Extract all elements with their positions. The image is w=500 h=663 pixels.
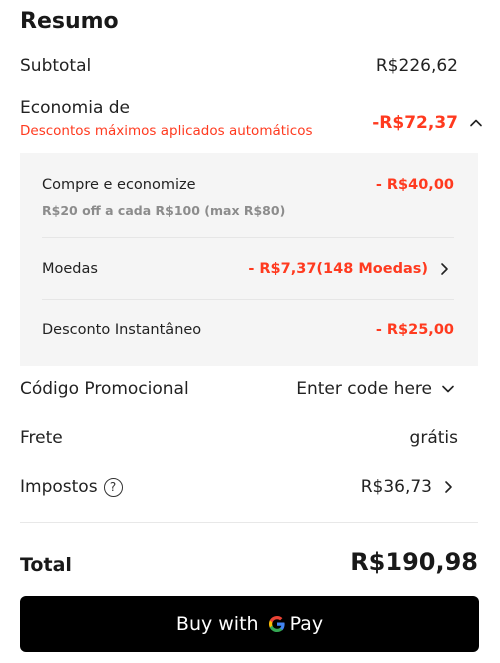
chevron-up-icon[interactable]: [466, 113, 486, 133]
frete-label: Frete: [20, 428, 63, 448]
economia-label[interactable]: Economia de: [20, 98, 130, 118]
frete-row: Frete grátis: [20, 428, 458, 448]
discount-details-panel: Compre e economize - R$40,00 R$20 off a …: [20, 153, 478, 366]
chevron-right-icon[interactable]: [438, 477, 458, 497]
discount-item-compre: Compre e economize - R$40,00: [42, 177, 454, 193]
section-divider: [20, 522, 478, 523]
chevron-right-icon[interactable]: [434, 259, 454, 279]
discount-item-value: - R$40,00: [375, 177, 454, 193]
discount-item-value: - R$7,37(148 Moedas): [248, 261, 428, 277]
panel-divider: [42, 237, 454, 238]
discount-item-moedas[interactable]: Moedas - R$7,37(148 Moedas): [42, 259, 454, 279]
discount-item-value-wrap: - R$7,37(148 Moedas): [248, 259, 454, 279]
discount-item-label: Moedas: [42, 261, 98, 277]
discount-item-label: Desconto Instantâneo: [42, 322, 202, 338]
google-pay-button[interactable]: Buy with Pay: [20, 596, 479, 652]
panel-divider: [42, 299, 454, 300]
impostos-row[interactable]: Impostos ? R$36,73: [20, 477, 458, 497]
economia-value[interactable]: -R$72,37: [372, 113, 458, 133]
chevron-down-icon[interactable]: [438, 379, 458, 399]
subtotal-label: Subtotal: [20, 56, 92, 76]
pay-button-prefix: Buy with: [175, 613, 259, 635]
total-label: Total: [20, 554, 72, 576]
impostos-value: R$36,73: [360, 477, 432, 497]
discount-item-note: R$20 off a cada R$100 (max R$80): [42, 203, 286, 218]
discount-item-instantaneo: Desconto Instantâneo - R$25,00: [42, 322, 454, 338]
promo-code-row[interactable]: Código Promocional Enter code here: [20, 379, 458, 399]
impostos-label-wrap: Impostos ?: [20, 477, 123, 497]
discount-item-label: Compre e economize: [42, 177, 196, 193]
subtotal-row: Subtotal R$226,62: [20, 56, 458, 76]
frete-value: grátis: [409, 428, 458, 448]
promo-code-label: Código Promocional: [20, 379, 189, 399]
summary-title: Resumo: [20, 9, 119, 34]
google-g-icon: [267, 614, 287, 634]
subtotal-value: R$226,62: [375, 56, 458, 76]
help-icon[interactable]: ?: [103, 477, 123, 497]
promo-code-input[interactable]: Enter code here: [296, 379, 432, 399]
total-value: R$190,98: [350, 548, 478, 576]
impostos-value-wrap[interactable]: R$36,73: [361, 477, 458, 497]
economia-subtitle: Descontos máximos aplicados automáticos: [20, 123, 313, 139]
pay-button-brand: Pay: [289, 613, 324, 635]
discount-item-value: - R$25,00: [375, 322, 454, 338]
impostos-label: Impostos: [20, 477, 98, 497]
promo-code-field[interactable]: Enter code here: [296, 379, 458, 399]
